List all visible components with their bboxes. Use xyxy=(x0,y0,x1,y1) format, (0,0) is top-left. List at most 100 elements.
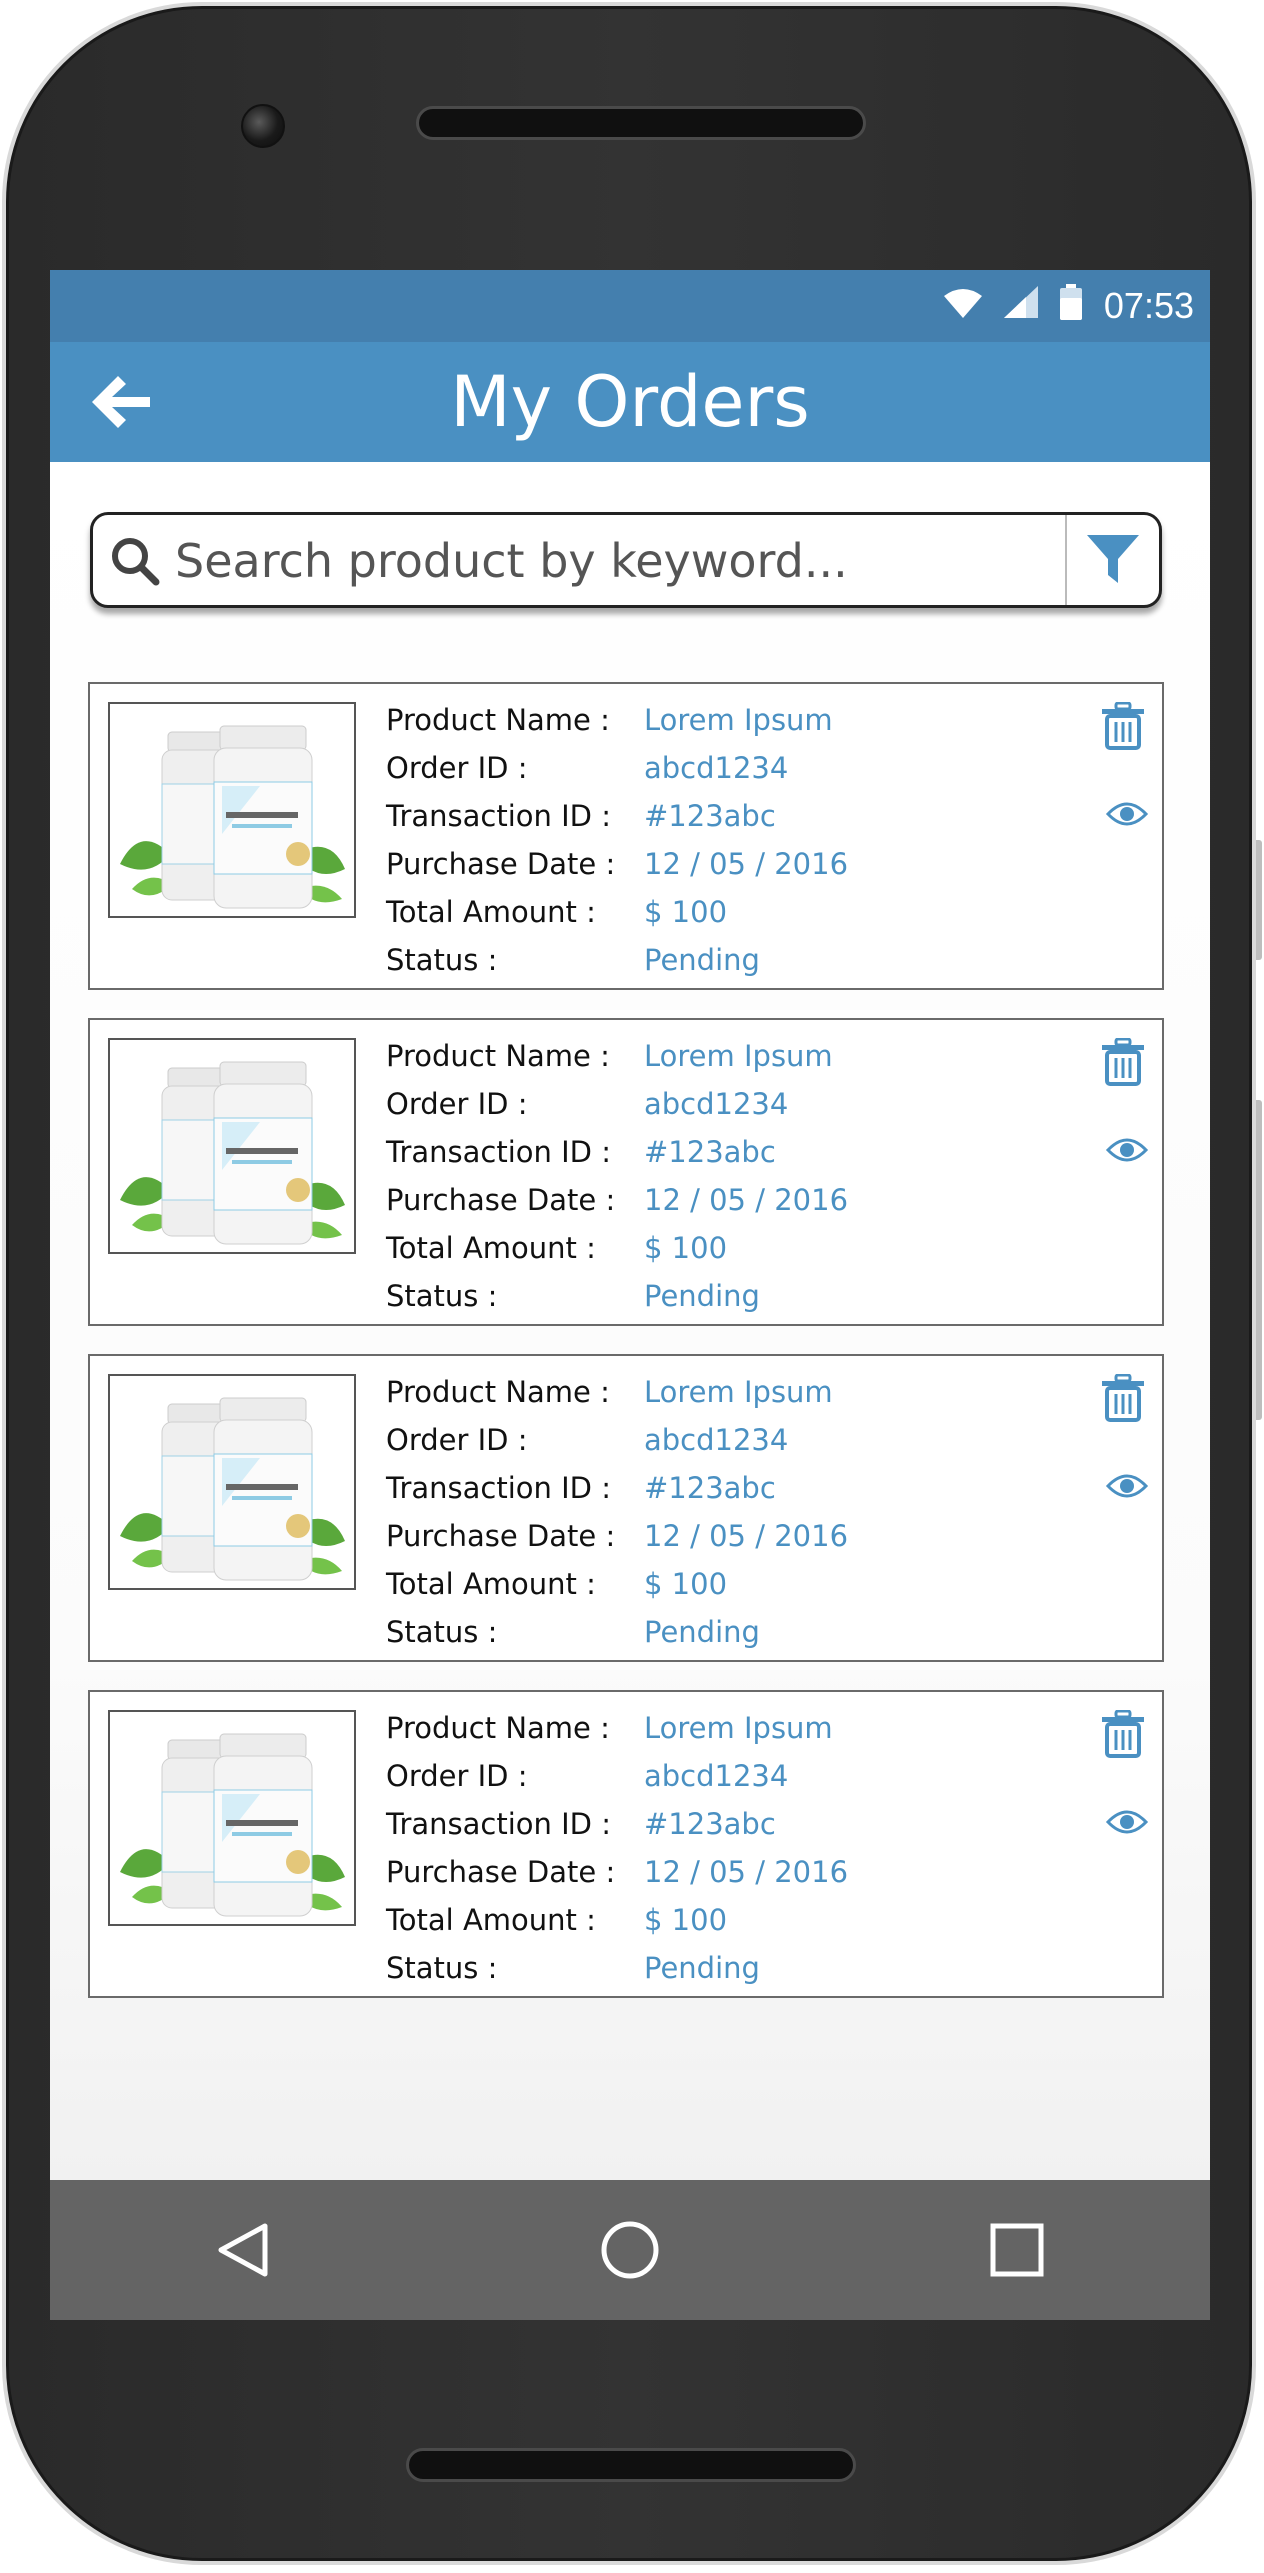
total-amount-row: Total Amount : $ 100 xyxy=(386,1560,848,1608)
circle-home-icon xyxy=(601,2221,659,2279)
purchase-date-row: Purchase Date : 12 / 05 / 2016 xyxy=(386,1176,848,1224)
total-amount-value: $ 100 xyxy=(644,1567,728,1601)
search-bar xyxy=(90,512,1162,608)
total-amount-label: Total Amount : xyxy=(386,1567,596,1601)
transaction-id-row: Transaction ID : #123abc xyxy=(386,1128,848,1176)
status-time: 07:53 xyxy=(1103,285,1194,326)
status-label: Status : xyxy=(386,1279,498,1313)
delete-order-button[interactable] xyxy=(1100,1709,1146,1758)
screen: 07:53 My Orders Search product by keywor… xyxy=(50,270,1210,2320)
product-name-value: Lorem Ipsum xyxy=(644,703,833,737)
navigation-bar xyxy=(50,2180,1210,2320)
product-image[interactable] xyxy=(108,1038,356,1254)
view-order-button[interactable] xyxy=(1105,1136,1149,1164)
search-input[interactable] xyxy=(173,523,1057,599)
status-label: Status : xyxy=(386,1615,498,1649)
filter-icon xyxy=(1087,535,1139,583)
app-bar: My Orders xyxy=(50,342,1210,462)
trash-icon xyxy=(1102,1373,1144,1422)
view-order-button[interactable] xyxy=(1105,800,1149,828)
orders-list: Product Name : Lorem Ipsum Order ID : ab… xyxy=(88,682,1164,2026)
volume-button xyxy=(1256,840,1262,960)
delete-order-button[interactable] xyxy=(1100,1037,1146,1086)
status-row: Status : Pending xyxy=(386,936,848,984)
order-id-value: abcd1234 xyxy=(644,1087,789,1121)
delete-order-button[interactable] xyxy=(1100,701,1146,750)
order-id-label: Order ID : xyxy=(386,751,528,785)
order-card: Product Name : Lorem Ipsum Order ID : ab… xyxy=(88,1690,1164,1998)
supplement-bottles-image xyxy=(120,1061,345,1245)
order-id-value: abcd1234 xyxy=(644,1759,789,1793)
purchase-date-row: Purchase Date : 12 / 05 / 2016 xyxy=(386,1512,848,1560)
view-order-button[interactable] xyxy=(1105,1808,1149,1836)
product-image[interactable] xyxy=(108,702,356,918)
status-label: Status : xyxy=(386,943,498,977)
transaction-id-row: Transaction ID : #123abc xyxy=(386,1464,848,1512)
product-name-label: Product Name : xyxy=(386,1375,610,1409)
order-card: Product Name : Lorem Ipsum Order ID : ab… xyxy=(88,1018,1164,1326)
order-details: Product Name : Lorem Ipsum Order ID : ab… xyxy=(386,1704,848,1992)
nav-back-button[interactable] xyxy=(203,2210,283,2290)
transaction-id-label: Transaction ID : xyxy=(386,1807,611,1841)
order-id-value: abcd1234 xyxy=(644,1423,789,1457)
purchase-date-label: Purchase Date : xyxy=(386,847,616,881)
order-card: Product Name : Lorem Ipsum Order ID : ab… xyxy=(88,682,1164,990)
product-image[interactable] xyxy=(108,1710,356,1926)
status-value: Pending xyxy=(644,1615,760,1649)
order-details: Product Name : Lorem Ipsum Order ID : ab… xyxy=(386,696,848,984)
transaction-id-value: #123abc xyxy=(644,1471,776,1505)
order-id-label: Order ID : xyxy=(386,1759,528,1793)
view-order-button[interactable] xyxy=(1105,1472,1149,1500)
order-id-row: Order ID : abcd1234 xyxy=(386,1416,848,1464)
product-name-row: Product Name : Lorem Ipsum xyxy=(386,1032,848,1080)
product-name-value: Lorem Ipsum xyxy=(644,1039,833,1073)
total-amount-row: Total Amount : $ 100 xyxy=(386,1896,848,1944)
status-value: Pending xyxy=(644,1951,760,1985)
filter-button[interactable] xyxy=(1065,515,1159,605)
order-card: Product Name : Lorem Ipsum Order ID : ab… xyxy=(88,1354,1164,1662)
order-details: Product Name : Lorem Ipsum Order ID : ab… xyxy=(386,1368,848,1656)
purchase-date-value: 12 / 05 / 2016 xyxy=(644,1183,849,1217)
eye-icon xyxy=(1105,802,1149,826)
total-amount-value: $ 100 xyxy=(644,1903,728,1937)
status-bar: 07:53 xyxy=(50,270,1210,342)
supplement-bottles-image xyxy=(120,725,345,909)
purchase-date-row: Purchase Date : 12 / 05 / 2016 xyxy=(386,1848,848,1896)
nav-recents-button[interactable] xyxy=(977,2210,1057,2290)
total-amount-label: Total Amount : xyxy=(386,1231,596,1265)
nav-home-button[interactable] xyxy=(590,2210,670,2290)
bottom-speaker xyxy=(406,2448,856,2482)
total-amount-value: $ 100 xyxy=(644,895,728,929)
transaction-id-label: Transaction ID : xyxy=(386,1135,611,1169)
order-id-row: Order ID : abcd1234 xyxy=(386,1080,848,1128)
delete-order-button[interactable] xyxy=(1100,1373,1146,1422)
total-amount-label: Total Amount : xyxy=(386,1903,596,1937)
transaction-id-value: #123abc xyxy=(644,1807,776,1841)
orders-content: Product Name : Lorem Ipsum Order ID : ab… xyxy=(50,462,1210,2180)
status-row: Status : Pending xyxy=(386,1608,848,1656)
front-camera xyxy=(241,104,285,148)
product-image[interactable] xyxy=(108,1374,356,1590)
order-details: Product Name : Lorem Ipsum Order ID : ab… xyxy=(386,1032,848,1320)
order-id-row: Order ID : abcd1234 xyxy=(386,1752,848,1800)
product-name-label: Product Name : xyxy=(386,1711,610,1745)
eye-icon xyxy=(1105,1138,1149,1162)
order-id-label: Order ID : xyxy=(386,1087,528,1121)
page-title: My Orders xyxy=(450,361,810,443)
wifi-icon xyxy=(943,285,982,327)
triangle-back-icon xyxy=(218,2223,268,2277)
transaction-id-label: Transaction ID : xyxy=(386,1471,611,1505)
trash-icon xyxy=(1102,701,1144,750)
battery-icon xyxy=(1059,283,1082,329)
eye-icon xyxy=(1105,1474,1149,1498)
supplement-bottles-image xyxy=(120,1397,345,1581)
product-name-value: Lorem Ipsum xyxy=(644,1375,833,1409)
supplement-bottles-image xyxy=(120,1733,345,1917)
total-amount-row: Total Amount : $ 100 xyxy=(386,1224,848,1272)
square-recents-icon xyxy=(990,2223,1044,2277)
order-id-row: Order ID : abcd1234 xyxy=(386,744,848,792)
product-name-row: Product Name : Lorem Ipsum xyxy=(386,1704,848,1752)
purchase-date-value: 12 / 05 / 2016 xyxy=(644,1855,849,1889)
purchase-date-label: Purchase Date : xyxy=(386,1519,616,1553)
top-speaker xyxy=(416,106,866,140)
